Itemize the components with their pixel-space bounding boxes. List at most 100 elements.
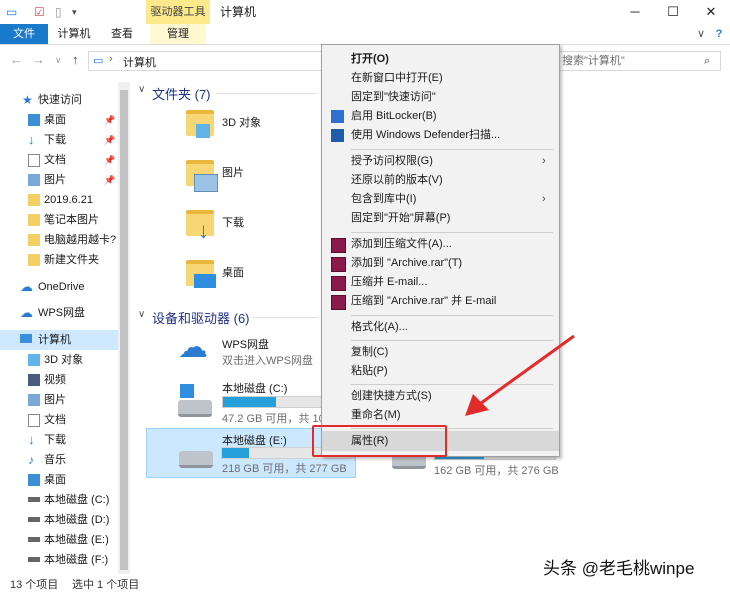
sidebar-item-folder[interactable]: 电脑越用越卡? [0,230,118,250]
menu-item-open[interactable]: 打开(O) [322,50,559,69]
address-bar[interactable]: ▭ › 计算机 [88,51,330,71]
drive-icon [28,537,40,542]
search-input[interactable]: 搜索"计算机" ⌕ [555,51,721,71]
ribbon-collapse-icon[interactable]: ∨ [694,24,708,44]
drive-free-space: 162 GB 可用，共 276 GB [434,465,559,477]
sidebar-label: 2019.6.21 [44,194,93,206]
sidebar-item-folder[interactable]: 新建文件夹 [0,250,118,270]
sidebar-item-folder[interactable]: 笔记本图片 [0,210,118,230]
folder-label: 桌面 [222,267,244,279]
sidebar-item-music[interactable]: ♪ 音乐 [0,450,118,470]
watermark: 头条 @老毛桃winpe [543,559,695,578]
sidebar-item-videos[interactable]: 视频 [0,370,118,390]
menu-item-restore-versions[interactable]: 还原以前的版本(V) [322,171,559,190]
cube-icon [28,354,40,366]
minimize-button[interactable]: ─ [616,0,654,24]
menu-item-bitlocker[interactable]: 启用 BitLocker(B) [322,107,559,126]
collapse-chevron-icon[interactable]: ∨ [138,84,145,95]
menu-label: 格式化(A)... [351,321,408,333]
sidebar-label: 文档 [44,414,66,426]
menu-label: 还原以前的版本(V) [351,174,443,186]
sidebar-item-documents[interactable]: 文档 [0,410,118,430]
forward-arrow-icon[interactable]: → [32,52,45,67]
star-icon: ★ [22,93,33,107]
help-icon[interactable]: ? [712,24,726,44]
navigation-pane: ★ 快速访问 桌面 📌 ↓ 下载 📌 文档 📌 图片 📌 2019.6.21 笔… [0,82,118,574]
shield-icon [331,110,344,123]
sidebar-item-drive-e[interactable]: 本地磁盘 (E:) [0,530,118,550]
menu-label: 压缩并 E-mail... [351,276,428,288]
sidebar-item-documents[interactable]: 文档 📌 [0,150,118,170]
menu-item-pin-start[interactable]: 固定到"开始"屏幕(P) [322,209,559,228]
sidebar-scrollbar[interactable] [118,82,130,574]
tab-file[interactable]: 文件 [0,24,48,44]
pin-icon: 📌 [104,155,116,165]
menu-item-rar-email[interactable]: 压缩并 E-mail... [322,273,559,292]
maximize-button[interactable]: ☐ [654,0,692,24]
sidebar-item-computer[interactable]: 计算机 [0,330,118,350]
menu-item-rar-add-archive[interactable]: 添加到 "Archive.rar"(T) [322,254,559,273]
menu-item-grant-access[interactable]: 授予访问权限(G) › [322,152,559,171]
new-folder-quick-icon[interactable]: ▯ [55,5,62,19]
sidebar-label: 笔记本图片 [44,214,99,226]
tab-view[interactable]: 查看 [102,24,142,44]
ribbon-tabs: 文件 计算机 查看 管理 ∨ ? [0,24,730,45]
computer-icon: ▭ [6,5,18,19]
annotation-arrow-head [465,394,489,416]
menu-item-open-new-window[interactable]: 在新窗口中打开(E) [322,69,559,88]
recent-chevron-icon[interactable]: ∨ [55,55,62,66]
pin-icon: 📌 [104,115,116,125]
devices-group-header[interactable]: 设备和驱动器 (6) [152,308,250,327]
quick-access-dropdown-icon[interactable]: ▾ [72,7,77,18]
breadcrumb-chevron-icon[interactable]: › [109,53,113,65]
tab-computer[interactable]: 计算机 [52,24,96,44]
menu-item-include-library[interactable]: 包含到库中(I) › [322,190,559,209]
folders-group-header[interactable]: 文件夹 (7) [152,84,211,103]
search-icon[interactable]: ⌕ [704,52,710,70]
collapse-chevron-icon[interactable]: ∨ [138,309,145,320]
drive-icon [179,451,213,468]
close-button[interactable]: ✕ [692,0,730,24]
sidebar-item-3d[interactable]: 3D 对象 [0,350,118,370]
breadcrumb-computer[interactable]: 计算机 [123,54,156,70]
menu-label: 授予访问权限(G) [351,155,433,167]
sidebar-item-quick-access[interactable]: ★ 快速访问 [0,90,118,110]
menu-item-pin-quick-access[interactable]: 固定到"快速访问" [322,88,559,107]
sidebar-item-pictures[interactable]: 图片 [0,390,118,410]
menu-item-rar-archive-email[interactable]: 压缩到 "Archive.rar" 并 E-mail [322,292,559,311]
window-title: 计算机 [220,5,257,19]
menu-item-defender-scan[interactable]: 使用 Windows Defender扫描... [322,126,559,145]
menu-item-rar-add[interactable]: 添加到压缩文件(A)... [322,235,559,254]
winrar-icon [331,295,346,310]
sidebar-item-downloads[interactable]: ↓ 下载 [0,430,118,450]
sidebar-label: 本地磁盘 (C:) [44,494,110,506]
sidebar-item-folder[interactable]: 2019.6.21 [0,190,118,210]
menu-label: 固定到"快速访问" [351,91,436,103]
menu-label: 复制(C) [351,346,389,358]
wps-drive-subtitle: 双击进入WPS网盘 [222,355,314,367]
sidebar-label: 桌面 [44,114,66,126]
sidebar-item-pictures[interactable]: 图片 📌 [0,170,118,190]
sidebar-item-drive-f[interactable]: 本地磁盘 (F:) [0,550,118,570]
drive-icon [28,557,40,562]
drive-free-space: 218 GB 可用，共 277 GB [222,463,347,475]
sidebar-item-desktop[interactable]: 桌面 [0,470,118,490]
sidebar-item-drive-d[interactable]: 本地磁盘 (D:) [0,510,118,530]
sidebar-item-wps[interactable]: ☁ WPS网盘 [0,303,118,323]
menu-label: 粘贴(P) [351,365,388,377]
wps-drive-label: WPS网盘 [222,339,270,351]
scrollbar-thumb[interactable] [120,90,128,570]
up-arrow-icon[interactable]: ↑ [72,52,79,67]
back-arrow-icon[interactable]: ← [10,52,23,67]
drive-free-space: 47.2 GB 可用，共 100 [222,413,331,425]
properties-quick-icon[interactable]: ☑ [34,5,45,19]
sidebar-label: 下载 [44,134,66,146]
tab-manage[interactable]: 管理 [150,24,206,44]
computer-icon [20,334,32,343]
sidebar-item-downloads[interactable]: ↓ 下载 📌 [0,130,118,150]
menu-label: 添加到 "Archive.rar"(T) [351,257,463,269]
sidebar-item-drive-c[interactable]: 本地磁盘 (C:) [0,490,118,510]
picture-icon [194,174,218,192]
sidebar-item-onedrive[interactable]: ☁ OneDrive [0,277,118,297]
sidebar-item-desktop[interactable]: 桌面 📌 [0,110,118,130]
